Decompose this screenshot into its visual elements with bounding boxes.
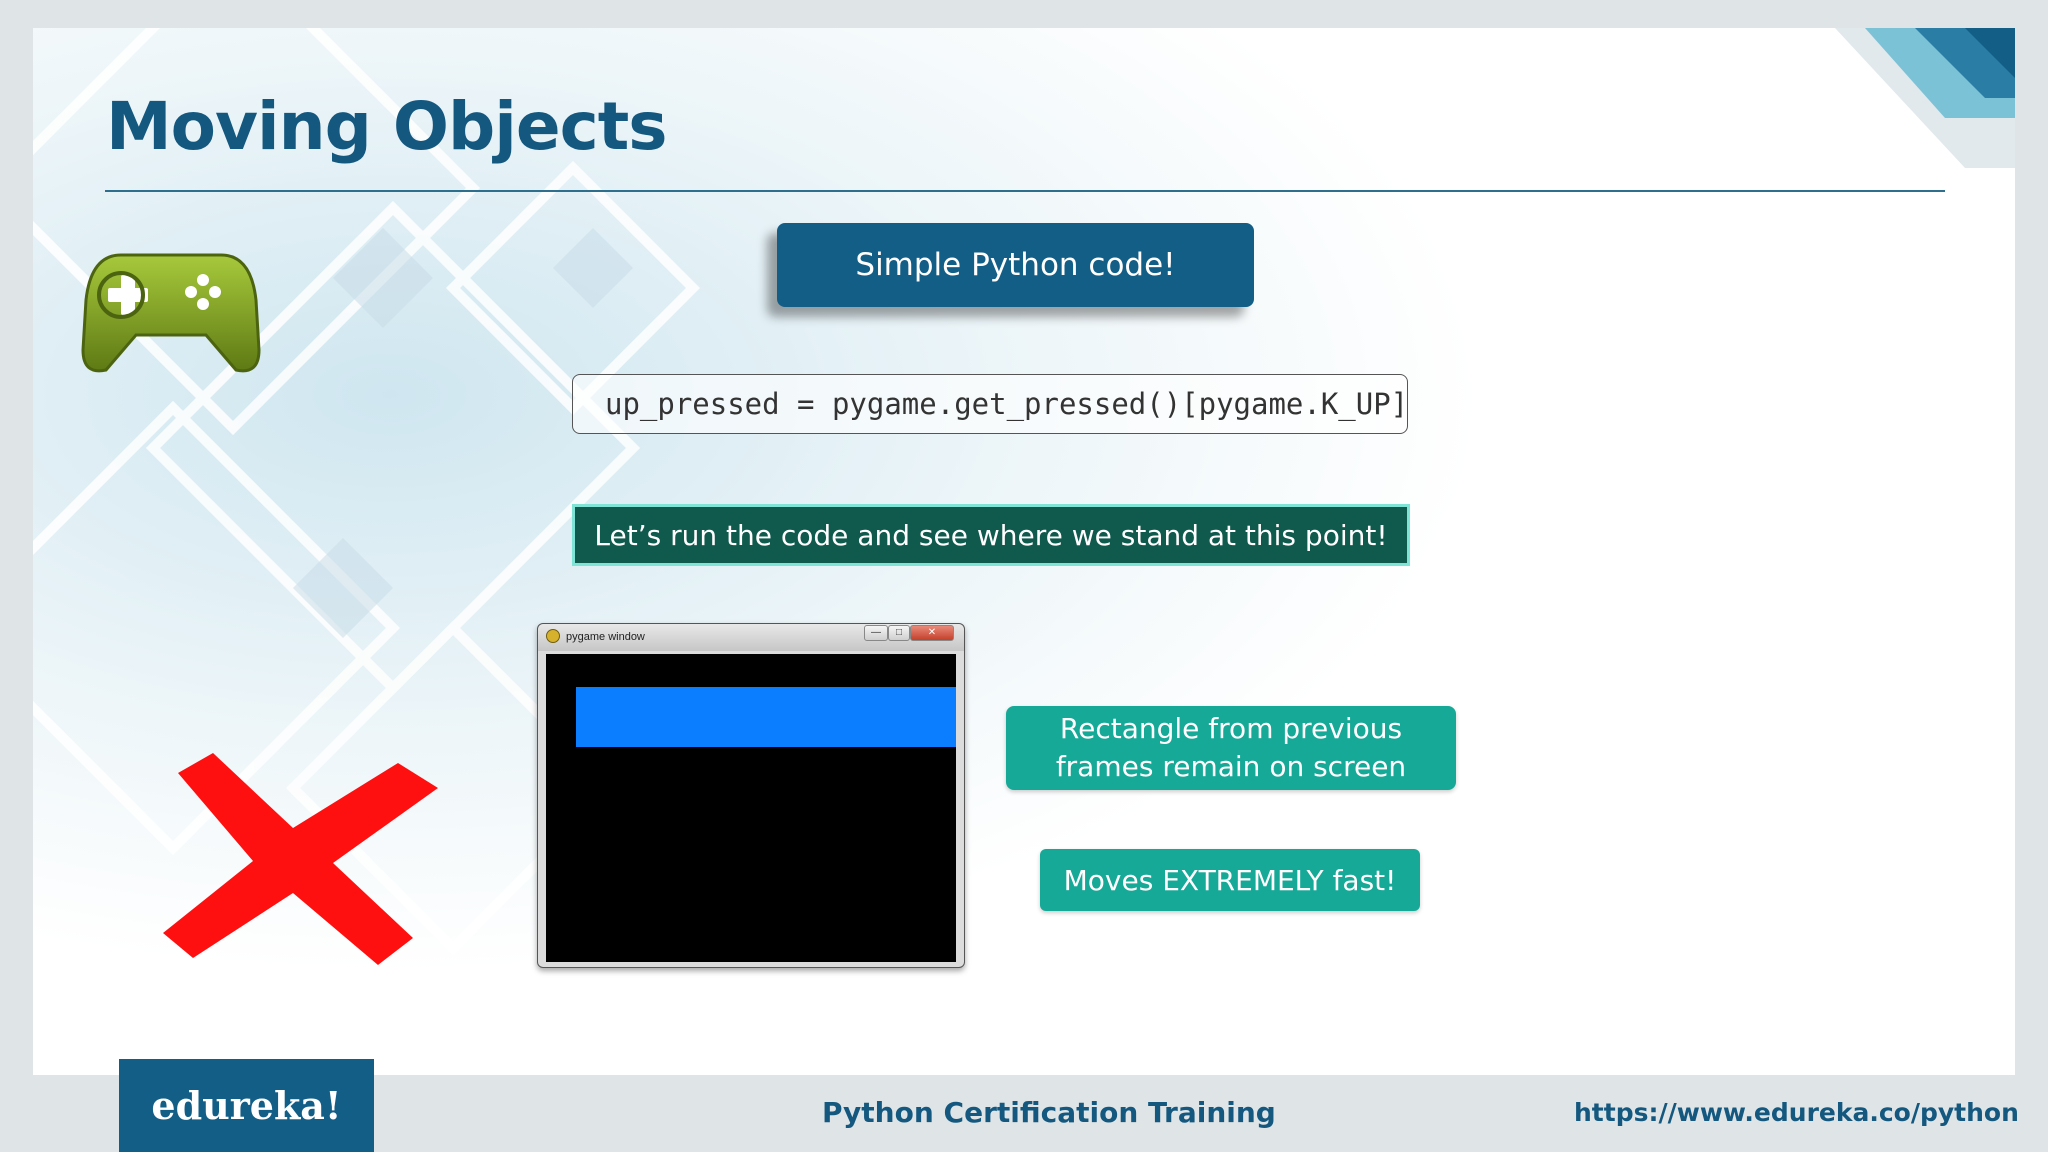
code-snippet: up_pressed = pygame.get_pressed()[pygame… — [572, 374, 1408, 434]
note-line-1: Rectangle from previous — [1059, 712, 1403, 745]
minimize-button: — — [864, 625, 888, 641]
pygame-window-screenshot: pygame window — □ ✕ — [537, 623, 965, 968]
gamepad-icon — [81, 253, 261, 373]
blue-rectangle — [576, 687, 956, 747]
game-canvas — [546, 654, 956, 962]
edureka-logo: edureka! — [119, 1059, 374, 1152]
note-line-2: frames remain on screen — [1055, 750, 1407, 783]
close-button: ✕ — [910, 625, 954, 641]
window-title: pygame window — [566, 631, 645, 643]
maximize-button: □ — [888, 625, 910, 641]
title-divider — [105, 190, 1945, 192]
note-moves-fast: Moves EXTREMELY fast! — [1040, 849, 1420, 911]
footer-url[interactable]: https://www.edureka.co/python — [1574, 1098, 2019, 1127]
pygame-snake-icon — [546, 629, 560, 643]
course-name: Python Certification Training — [822, 1096, 1276, 1129]
simple-python-code-callout: Simple Python code! — [777, 223, 1254, 307]
corner-decoration — [1835, 28, 2015, 168]
window-titlebar: pygame window — □ ✕ — [538, 624, 964, 651]
note-rectangle-remains: Rectangle from previous frames remain on… — [1006, 706, 1456, 790]
slide-title: Moving Objects — [106, 88, 668, 165]
red-cross-icon — [163, 753, 438, 965]
run-code-banner: Let’s run the code and see where we stan… — [572, 504, 1410, 566]
